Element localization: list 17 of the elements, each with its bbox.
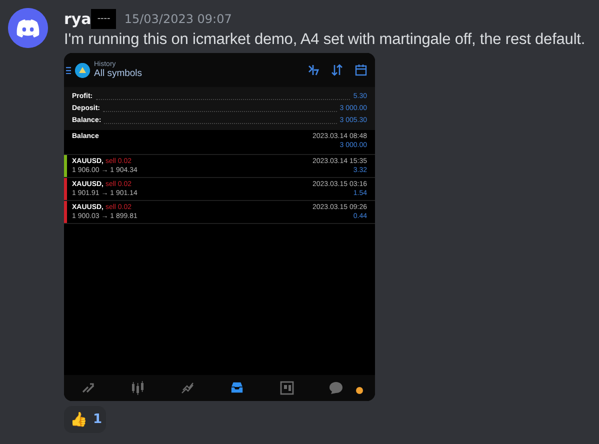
status-dot-icon [356,387,363,394]
chat-tab[interactable] [328,380,344,396]
redaction-box: ---- [91,9,116,29]
username[interactable]: rya [64,10,92,28]
quotes-tab[interactable] [130,380,146,396]
sort-icon[interactable] [331,64,343,76]
screen-title[interactable]: All symbols [94,68,303,79]
chart-tab[interactable] [180,380,196,396]
history-tab[interactable] [229,380,246,396]
app-logo-icon [75,62,90,78]
news-tab[interactable] [278,380,295,396]
menu-icon[interactable] [66,66,71,74]
user-avatar[interactable] [8,8,48,48]
timestamp: 15/03/2023 09:07 [124,12,232,26]
calendar-icon[interactable] [355,64,367,76]
reaction-button[interactable]: 👍 1 [64,406,106,433]
message-text: I'm running this on icmarket demo, A4 set with martingale off, the rest default. [64,31,586,49]
